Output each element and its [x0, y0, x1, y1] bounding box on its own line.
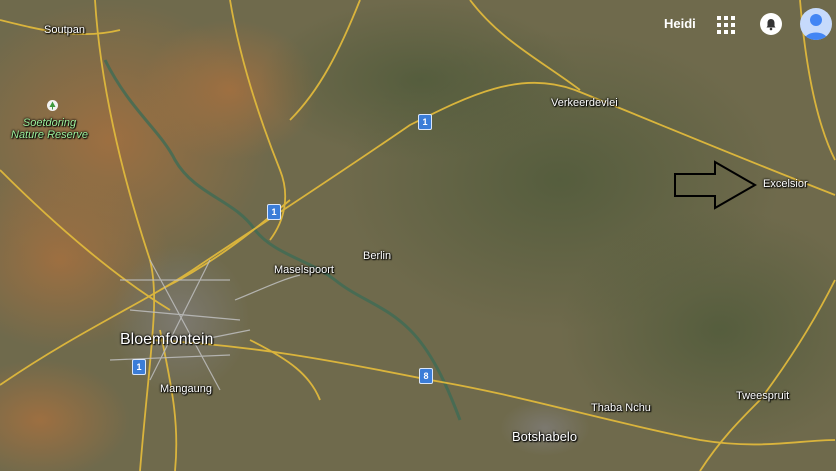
- place-label-soetdoring[interactable]: Soetdoring Nature Reserve: [11, 117, 88, 141]
- user-name-link[interactable]: Heidi: [664, 16, 696, 31]
- place-label-tweespruit[interactable]: Tweespruit: [736, 390, 789, 402]
- pointer-arrow-annotation: [674, 160, 758, 210]
- place-label-botshabelo[interactable]: Botshabelo: [512, 429, 577, 444]
- place-label-excelsior[interactable]: Excelsior: [763, 178, 808, 190]
- route-1-shield-central: 1: [267, 204, 281, 220]
- route-8-shield: 8: [419, 368, 433, 384]
- map-terrain: [0, 0, 836, 471]
- place-label-bloemfontein[interactable]: Bloemfontein: [120, 331, 213, 349]
- route-1-shield-south: 1: [132, 359, 146, 375]
- apps-grid-icon[interactable]: [717, 16, 735, 34]
- park-tree-icon: [47, 100, 58, 111]
- place-label-berlin[interactable]: Berlin: [363, 250, 391, 262]
- route-1-shield-north: 1: [418, 114, 432, 130]
- account-avatar-icon[interactable]: [800, 8, 832, 40]
- place-label-verkeerdevlei[interactable]: Verkeerdevlei: [551, 97, 618, 109]
- place-label-thaba-nchu[interactable]: Thaba Nchu: [591, 402, 651, 414]
- place-label-maselspoort[interactable]: Maselspoort: [274, 264, 334, 276]
- place-label-soutpan[interactable]: Soutpan: [44, 24, 85, 36]
- place-label-mangaung[interactable]: Mangaung: [160, 383, 212, 395]
- satellite-map[interactable]: 1 1 1 8 Soutpan Soetdoring Nature Reserv…: [0, 0, 836, 471]
- notifications-bell-icon[interactable]: [760, 13, 782, 35]
